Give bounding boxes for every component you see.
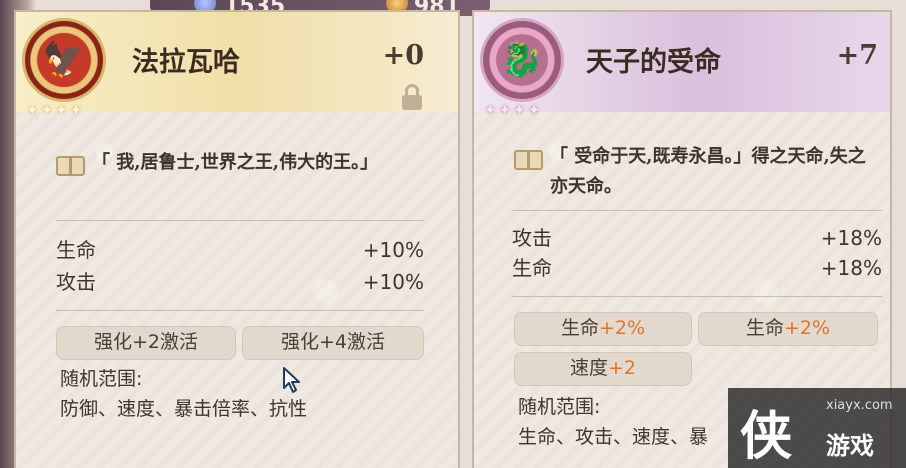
stat-row: 生命 +10% bbox=[56, 236, 424, 264]
watermark-site: xiayx.com bbox=[826, 398, 893, 413]
star-icon: ✦ bbox=[55, 101, 68, 119]
enhance-level: +7 bbox=[836, 40, 878, 71]
stat-value: +18% bbox=[820, 256, 882, 280]
stat-value: +10% bbox=[362, 270, 424, 294]
stat-value: +18% bbox=[820, 226, 882, 250]
stat-row: 生命 +18% bbox=[512, 254, 882, 282]
enhance-unlock-chip[interactable]: 强化+2激活 bbox=[56, 326, 236, 360]
book-icon bbox=[56, 156, 86, 178]
rarity-stars: ✦ ✦ ✦ ✦ bbox=[484, 102, 540, 118]
mouse-cursor-icon bbox=[283, 367, 300, 393]
divider bbox=[56, 310, 424, 311]
card-header: 🐉 ✦ ✦ ✦ ✦ 天子的受命 +7 bbox=[474, 12, 890, 118]
card-header: 🦅 ✦ ✦ ✦ ✦ 法拉瓦哈 +0 bbox=[16, 12, 458, 118]
star-icon: ✦ bbox=[513, 101, 526, 119]
substat-chip[interactable]: 生命+2% bbox=[514, 312, 692, 346]
divider bbox=[56, 220, 424, 221]
divider bbox=[512, 296, 882, 297]
stat-label: 攻击 bbox=[512, 226, 552, 250]
substat-chip[interactable]: 生命+2% bbox=[698, 312, 878, 346]
stat-row: 攻击 +10% bbox=[56, 268, 424, 296]
relic-name: 天子的受命 bbox=[586, 47, 721, 78]
site-watermark: 侠 xiayx.com 游戏 bbox=[728, 388, 906, 468]
star-icon: ✦ bbox=[40, 101, 54, 119]
watermark-brand: 游戏 bbox=[826, 432, 874, 460]
relic-name: 法拉瓦哈 bbox=[132, 47, 240, 78]
enhance-level: +0 bbox=[382, 40, 424, 71]
relic-quote: 「 我,居鲁士,世界之王,伟大的王。」 bbox=[92, 152, 379, 173]
watermark-logo: 侠 bbox=[740, 407, 793, 467]
star-icon: ✦ bbox=[69, 101, 83, 119]
unlock-icon[interactable] bbox=[402, 84, 422, 110]
random-range-values: 生命、攻击、速度、暴 bbox=[518, 426, 709, 448]
stat-row: 攻击 +18% bbox=[512, 224, 882, 252]
star-icon: ✦ bbox=[484, 101, 497, 119]
enhance-unlock-chip[interactable]: 强化+4激活 bbox=[242, 326, 424, 360]
stat-value: +10% bbox=[362, 238, 424, 262]
stat-label: 攻击 bbox=[56, 270, 96, 294]
random-range-label: 随机范围: bbox=[518, 396, 601, 418]
jade-seal-icon: 🐉 bbox=[480, 18, 564, 102]
relic-quote: 「 受命于天,既寿永昌。」得之天命,失之亦天命。 bbox=[550, 146, 866, 197]
divider bbox=[512, 210, 882, 211]
substat-chip[interactable]: 速度+2 bbox=[514, 352, 692, 386]
relic-card-faravahar[interactable]: 🦅 ✦ ✦ ✦ ✦ 法拉瓦哈 +0 「 我,居鲁士,世界之王,伟大的王。」 生命… bbox=[14, 10, 460, 468]
random-range-values: 防御、速度、暴击倍率、抗性 bbox=[60, 398, 308, 420]
random-range-label: 随机范围: bbox=[60, 368, 143, 390]
star-icon: ✦ bbox=[26, 101, 39, 119]
star-icon: ✦ bbox=[527, 101, 541, 119]
rarity-stars: ✦ ✦ ✦ ✦ bbox=[26, 102, 82, 118]
book-icon bbox=[514, 150, 544, 172]
stat-label: 生命 bbox=[56, 238, 96, 262]
star-icon: ✦ bbox=[498, 101, 512, 119]
stat-label: 生命 bbox=[512, 256, 552, 280]
faravahar-emblem-icon: 🦅 bbox=[22, 18, 106, 102]
